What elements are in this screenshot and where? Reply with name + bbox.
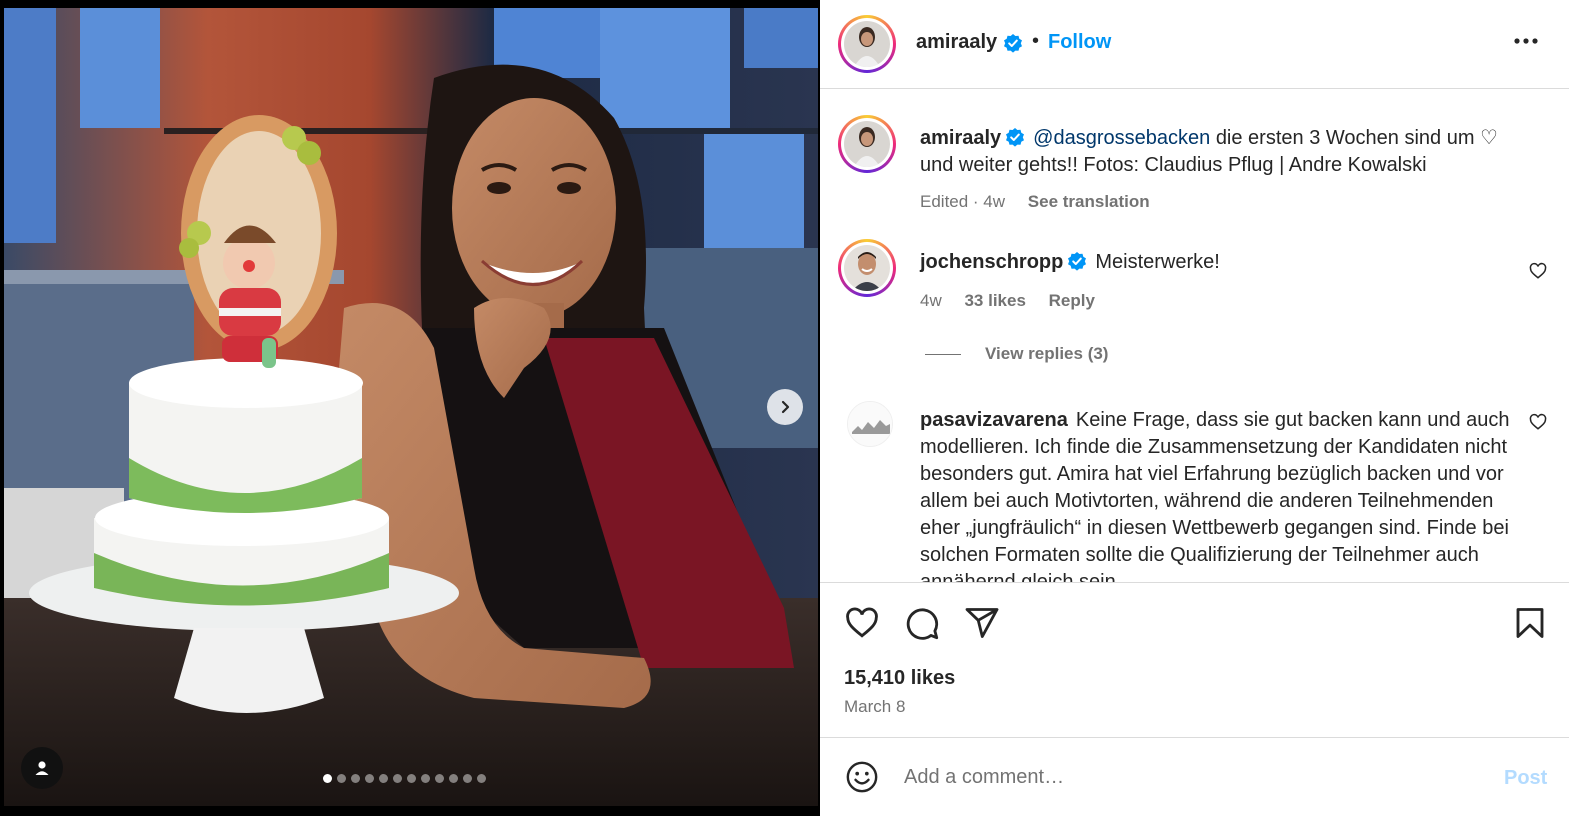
carousel-dot — [407, 774, 416, 783]
commenter-avatar[interactable] — [847, 401, 893, 447]
commenter-avatar-image — [848, 402, 892, 446]
comment-like-heart-icon[interactable] — [1529, 262, 1547, 280]
post-actions: 15,410 likes March 8 — [820, 582, 1569, 738]
post-date: March 8 — [844, 697, 906, 716]
bookmark-icon[interactable] — [1512, 605, 1548, 641]
more-icon[interactable] — [1514, 38, 1538, 44]
author-avatar[interactable] — [838, 15, 896, 73]
reply-button[interactable]: Reply — [1049, 291, 1095, 310]
photo-illustration — [4, 8, 818, 806]
caption-avatar-image — [844, 121, 890, 167]
add-comment-bar: Post — [820, 739, 1569, 816]
carousel-dot — [337, 774, 346, 783]
comment-body: Keine Frage, dass sie gut backen kann un… — [920, 409, 1510, 582]
carousel-dot — [477, 774, 486, 783]
carousel-dot — [449, 774, 458, 783]
carousel-dot — [323, 774, 332, 783]
comment-like-heart-icon[interactable] — [1529, 413, 1547, 431]
follow-button[interactable]: Follow — [1048, 31, 1111, 54]
carousel-dot — [365, 774, 374, 783]
verified-icon — [1006, 127, 1025, 147]
comment-icon[interactable] — [904, 605, 940, 641]
post-comment-button[interactable]: Post — [1504, 767, 1547, 790]
commenter-avatar[interactable] — [838, 239, 896, 297]
post-header: amiraaly • Follow — [820, 0, 1569, 89]
comment-text: pasavizavarena Keine Frage, dass sie gut … — [920, 407, 1520, 582]
post-panel: amiraaly • Follow amiraaly @dasgrossebac… — [820, 0, 1569, 816]
caption-text: amiraaly @dasgrossebacken die ersten 3 Wo… — [920, 125, 1520, 179]
carousel-next-button[interactable] — [767, 389, 803, 425]
comment-input[interactable] — [904, 761, 1484, 793]
next-arrow-icon — [781, 400, 790, 414]
comment-text: jochenschropp Meisterwerke! — [920, 249, 1520, 276]
post-photo — [4, 8, 818, 806]
caption-mention[interactable]: @dasgrossebacken — [1033, 127, 1210, 149]
carousel-dot — [379, 774, 388, 783]
comment-likes-count[interactable]: 33 likes — [964, 291, 1025, 310]
comment-age: 4w — [920, 291, 942, 310]
user-tags-button[interactable] — [21, 747, 63, 789]
view-replies-label: View replies (3) — [985, 344, 1109, 363]
emoji-icon[interactable] — [845, 760, 879, 794]
verified-icon — [1004, 34, 1022, 53]
caption-avatar[interactable] — [838, 115, 896, 173]
caption-meta: Edited · 4w See translation — [920, 192, 1168, 212]
comment-body: Meisterwerke! — [1095, 251, 1220, 273]
post-media — [0, 0, 820, 816]
view-replies-line — [925, 353, 961, 355]
carousel-dot — [463, 774, 472, 783]
comment-meta: 4w 33 likes Reply — [920, 291, 1113, 311]
carousel-dot — [435, 774, 444, 783]
likes-count[interactable]: 15,410 likes — [844, 667, 955, 690]
caption-edited: Edited · 4w — [920, 192, 1006, 211]
carousel-dot — [393, 774, 402, 783]
comments-list[interactable]: amiraaly @dasgrossebacken die ersten 3 Wo… — [820, 90, 1569, 582]
author-username[interactable]: amiraaly — [916, 31, 997, 54]
carousel-dot — [351, 774, 360, 783]
commenter-avatar-image — [844, 245, 890, 291]
carousel-dot — [421, 774, 430, 783]
verified-icon — [1068, 251, 1087, 271]
carousel-indicator — [323, 774, 486, 783]
comment-username[interactable]: pasavizavarena — [920, 409, 1068, 431]
comment-username[interactable]: jochenschropp — [920, 251, 1063, 273]
view-replies-button[interactable]: View replies (3) — [925, 344, 1108, 364]
header-separator: • — [1032, 30, 1040, 52]
author-avatar-image — [844, 21, 890, 67]
see-translation-button[interactable]: See translation — [1028, 192, 1150, 211]
user-tag-icon — [35, 761, 49, 775]
share-icon[interactable] — [964, 605, 1000, 641]
heart-icon[interactable] — [844, 605, 880, 641]
caption-username[interactable]: amiraaly — [920, 127, 1001, 149]
